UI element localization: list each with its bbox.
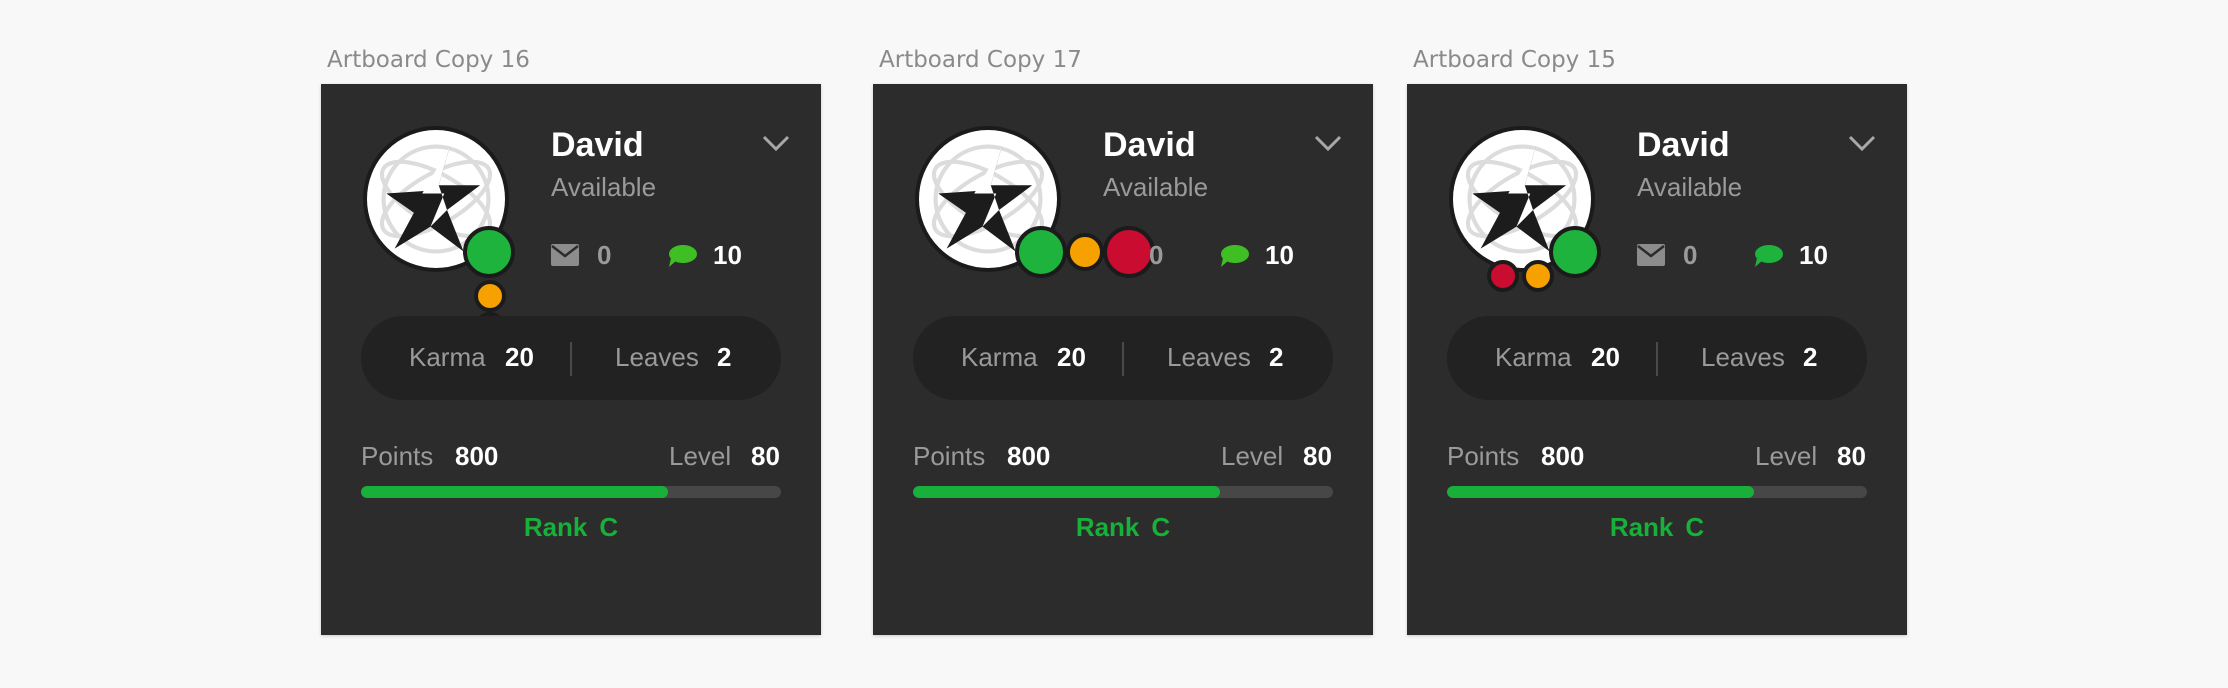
user-name: David bbox=[1637, 126, 1730, 164]
status-dot-busy[interactable] bbox=[1103, 226, 1155, 278]
status-dot-available[interactable] bbox=[1549, 226, 1601, 278]
status-dot-away[interactable] bbox=[474, 280, 506, 312]
rank-label: Rank bbox=[1609, 512, 1674, 542]
points-value: 800 bbox=[1541, 441, 1585, 471]
dropdown-toggle[interactable] bbox=[1847, 128, 1877, 158]
stats-pill: Karma 20 Leaves 2 bbox=[361, 316, 781, 400]
level-label: Level bbox=[669, 441, 732, 471]
profile-card: David Available 0 10 Karma 20 Leaves 2 P… bbox=[873, 84, 1373, 635]
mail-icon[interactable] bbox=[1637, 244, 1665, 266]
status-dot-available[interactable] bbox=[463, 226, 515, 278]
level-label: Level bbox=[1221, 441, 1284, 471]
status-dot-away[interactable] bbox=[1522, 260, 1554, 292]
artboard-label: Artboard Copy 17 bbox=[879, 47, 1082, 73]
chat-count: 10 bbox=[1799, 240, 1828, 270]
stats-divider bbox=[570, 342, 572, 376]
user-status: Available bbox=[1637, 172, 1743, 202]
rank: Rank C bbox=[1407, 512, 1907, 543]
karma-value: 20 bbox=[1591, 342, 1620, 372]
progress-fill bbox=[913, 486, 1220, 498]
progress-fill bbox=[1447, 486, 1754, 498]
chat-bubble-icon[interactable] bbox=[667, 244, 697, 268]
leaves-value: 2 bbox=[717, 342, 732, 372]
rank-value: C bbox=[599, 512, 619, 542]
profile-card: David Available 0 10 Karma 20 Leaves 2 P… bbox=[321, 84, 821, 635]
karma-label: Karma bbox=[409, 342, 486, 372]
points-value: 800 bbox=[1007, 441, 1051, 471]
user-name: David bbox=[551, 126, 644, 164]
progress-fill bbox=[361, 486, 668, 498]
user-status: Available bbox=[1103, 172, 1209, 202]
karma-label: Karma bbox=[1495, 342, 1572, 372]
artboard-label: Artboard Copy 15 bbox=[1413, 47, 1616, 73]
user-name: David bbox=[1103, 126, 1196, 164]
rank-label: Rank bbox=[1075, 512, 1140, 542]
rank-value: C bbox=[1685, 512, 1705, 542]
points-label: Points bbox=[1447, 441, 1520, 471]
level-value: 80 bbox=[751, 441, 780, 471]
mail-icon[interactable] bbox=[551, 244, 579, 266]
progress-track bbox=[1447, 486, 1867, 498]
stats-divider bbox=[1656, 342, 1658, 376]
status-dot-available[interactable] bbox=[1015, 226, 1067, 278]
artboard-label: Artboard Copy 16 bbox=[327, 47, 530, 73]
status-dot-away[interactable] bbox=[1066, 233, 1104, 271]
leaves-label: Leaves bbox=[1167, 342, 1251, 372]
stats-pill: Karma 20 Leaves 2 bbox=[913, 316, 1333, 400]
chevron-down-icon bbox=[1314, 135, 1342, 152]
mail-count: 0 bbox=[597, 240, 612, 270]
karma-value: 20 bbox=[1057, 342, 1086, 372]
level-label: Level bbox=[1755, 441, 1818, 471]
progress-track bbox=[361, 486, 781, 498]
chevron-down-icon bbox=[1848, 135, 1876, 152]
level-value: 80 bbox=[1837, 441, 1866, 471]
points-label: Points bbox=[361, 441, 434, 471]
level-value: 80 bbox=[1303, 441, 1332, 471]
chat-count: 10 bbox=[1265, 240, 1294, 270]
chat-bubble-icon[interactable] bbox=[1219, 244, 1249, 268]
leaves-label: Leaves bbox=[615, 342, 699, 372]
rank-label: Rank bbox=[523, 512, 588, 542]
karma-value: 20 bbox=[505, 342, 534, 372]
mail-count: 0 bbox=[1149, 240, 1164, 270]
mail-count: 0 bbox=[1683, 240, 1698, 270]
progress-track bbox=[913, 486, 1333, 498]
stats-pill: Karma 20 Leaves 2 bbox=[1447, 316, 1867, 400]
dropdown-toggle[interactable] bbox=[1313, 128, 1343, 158]
points-value: 800 bbox=[455, 441, 499, 471]
points-label: Points bbox=[913, 441, 986, 471]
chat-count: 10 bbox=[713, 240, 742, 270]
rank: Rank C bbox=[873, 512, 1373, 543]
profile-card: David Available 0 10 Karma 20 Leaves 2 P… bbox=[1407, 84, 1907, 635]
leaves-label: Leaves bbox=[1701, 342, 1785, 372]
karma-label: Karma bbox=[961, 342, 1038, 372]
leaves-value: 2 bbox=[1269, 342, 1284, 372]
user-status: Available bbox=[551, 172, 657, 202]
chat-bubble-icon[interactable] bbox=[1753, 244, 1783, 268]
stats-divider bbox=[1122, 342, 1124, 376]
dropdown-toggle[interactable] bbox=[761, 128, 791, 158]
leaves-value: 2 bbox=[1803, 342, 1818, 372]
rank: Rank C bbox=[321, 512, 821, 543]
rank-value: C bbox=[1151, 512, 1171, 542]
status-dot-busy[interactable] bbox=[1487, 260, 1519, 292]
chevron-down-icon bbox=[762, 135, 790, 152]
